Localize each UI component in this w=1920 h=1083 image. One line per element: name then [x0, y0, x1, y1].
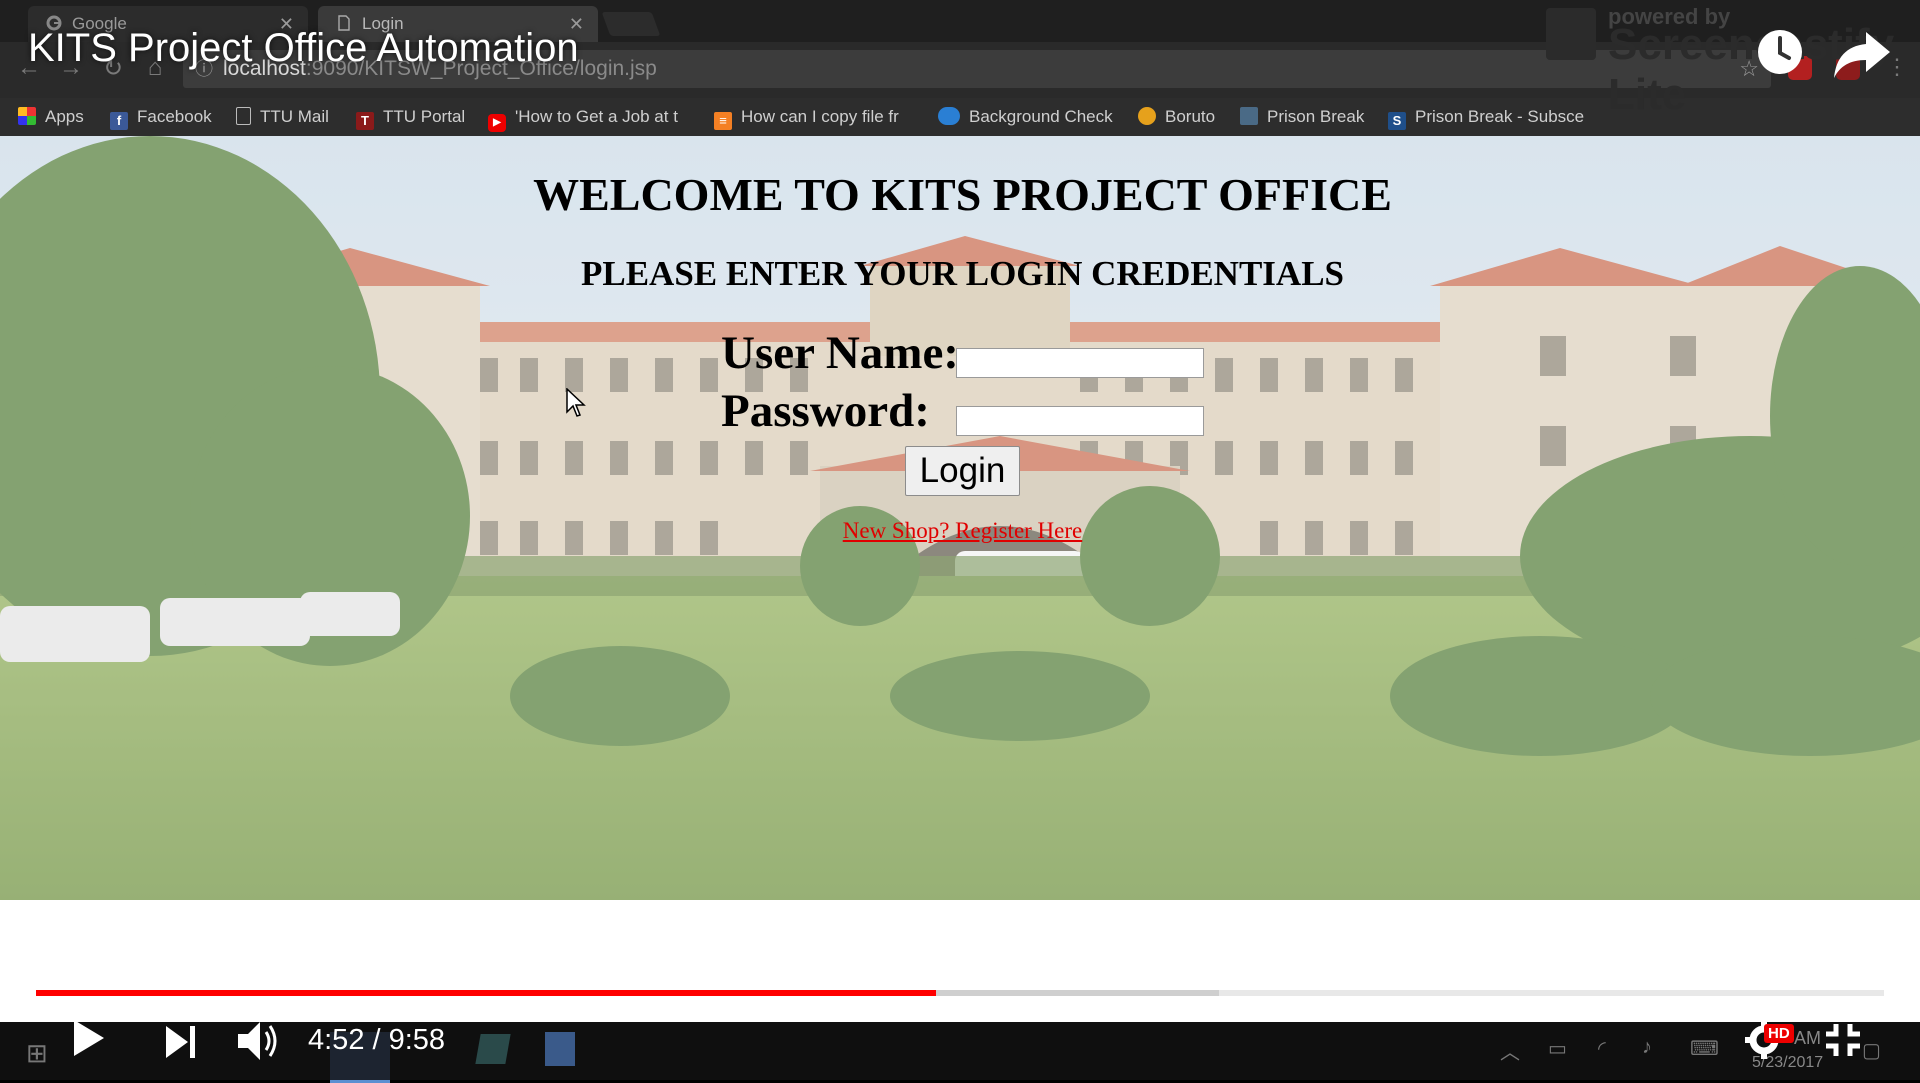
bookmark-prison-break-subscene[interactable]: S Prison Break - Subsce	[1388, 98, 1594, 136]
register-link: New Shop? Register Here	[0, 518, 1920, 544]
bookmark-apps[interactable]: Apps	[18, 98, 84, 136]
video-progress-bar[interactable]	[36, 990, 1884, 996]
exit-fullscreen-icon[interactable]	[1824, 1022, 1862, 1058]
page-title: WELCOME TO KITS PROJECT OFFICE	[533, 169, 1392, 220]
bookmark-ttu-mail[interactable]: TTU Mail	[236, 98, 329, 136]
google-icon	[46, 8, 62, 31]
prison-break-icon	[1240, 107, 1258, 125]
volume-tray-icon[interactable]: ♪	[1642, 1036, 1652, 1059]
bookmark-stackoverflow[interactable]: ≡ How can I copy file fr	[714, 98, 918, 136]
taskbar-app-icon[interactable]	[475, 1034, 511, 1064]
tray-clock-am: AM	[1794, 1028, 1821, 1048]
boruto-icon	[1138, 107, 1156, 125]
bookmark-background-check[interactable]: Background Check	[938, 98, 1113, 136]
login-page: WELCOME TO KITS PROJECT OFFICE PLEASE EN…	[0, 136, 1920, 900]
page-icon	[236, 107, 251, 125]
play-icon[interactable]	[72, 1018, 106, 1058]
username-input[interactable]	[956, 348, 1204, 378]
next-video-icon[interactable]	[164, 1024, 198, 1060]
cloud-icon	[938, 107, 960, 125]
bookmark-boruto[interactable]: Boruto	[1138, 98, 1215, 136]
share-arrow-icon[interactable]	[1832, 28, 1892, 80]
watch-later-clock-icon[interactable]	[1756, 28, 1804, 76]
login-button[interactable]: Login	[905, 446, 1020, 496]
bookmark-youtube[interactable]: ▶ 'How to Get a Job at t	[488, 98, 692, 136]
page-subtitle: PLEASE ENTER YOUR LOGIN CREDENTIALS	[580, 254, 1345, 293]
bookmark-ttu-portal[interactable]: T TTU Portal	[356, 98, 465, 136]
hd-badge: HD	[1764, 1024, 1794, 1043]
windows-start-icon[interactable]: ⊞	[26, 1038, 48, 1069]
wifi-icon[interactable]: ◜	[1598, 1036, 1606, 1061]
new-tab-button[interactable]	[601, 12, 661, 36]
mouse-cursor-icon	[566, 388, 586, 417]
played-bar	[36, 990, 936, 996]
register-link-text[interactable]: New Shop? Register Here	[843, 518, 1083, 543]
stackoverflow-icon: ≡	[714, 112, 732, 130]
password-input[interactable]	[956, 406, 1204, 436]
volume-icon[interactable]	[236, 1018, 282, 1064]
video-time-display: 4:52 / 9:58	[308, 1024, 446, 1056]
page-icon	[336, 8, 352, 31]
keyboard-icon[interactable]: ⌨	[1690, 1036, 1719, 1061]
video-title[interactable]: KITS Project Office Automation	[28, 26, 579, 71]
bookmark-prison-break[interactable]: Prison Break	[1240, 98, 1364, 136]
battery-icon[interactable]: ▭	[1548, 1036, 1567, 1061]
video-letterbox	[0, 900, 1920, 1022]
notifications-icon[interactable]: ▢	[1862, 1038, 1881, 1063]
video-controls-bar: ⊞ ︿ ▭ ◜ ♪ ⌨ AM 5/23/2017 ▢	[0, 1022, 1920, 1083]
youtube-icon: ▶	[488, 114, 506, 132]
facebook-icon: f	[110, 112, 128, 130]
taskbar-app-icon[interactable]	[545, 1032, 575, 1066]
apps-icon	[18, 107, 36, 125]
password-label: Password:	[721, 385, 930, 437]
subscene-icon: S	[1388, 112, 1406, 130]
username-label: User Name:	[721, 327, 959, 379]
ttu-icon: T	[356, 112, 374, 130]
tray-chevron-icon[interactable]: ︿	[1500, 1036, 1520, 1065]
bookmark-facebook[interactable]: f Facebook	[110, 98, 212, 136]
film-icon	[1546, 8, 1596, 60]
